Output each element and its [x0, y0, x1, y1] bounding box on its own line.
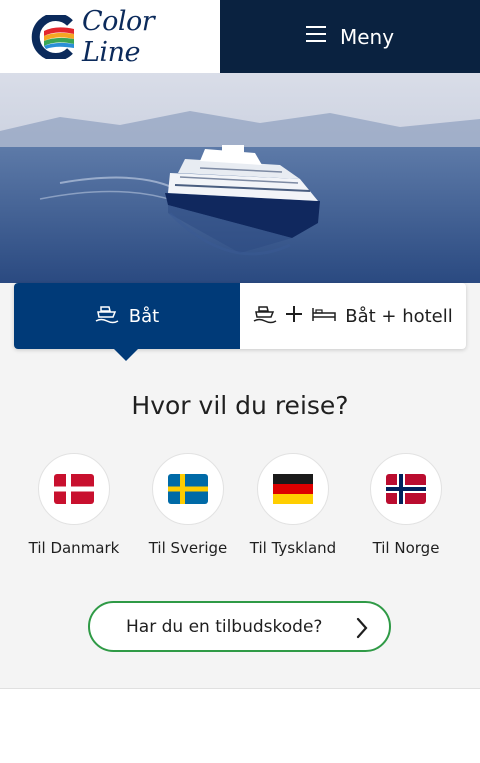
booking-panel: Båt Båt + hotell Hvor vil du reise? Til … — [0, 283, 480, 689]
tab-boat[interactable]: Båt — [14, 283, 240, 361]
hero-ship-image — [0, 73, 480, 313]
germany-flag-icon — [257, 453, 329, 525]
menu-label: Meny — [339, 24, 395, 49]
destination-sweden[interactable]: Til Sverige — [133, 453, 243, 557]
chevron-right-icon — [355, 617, 369, 644]
destination-germany[interactable]: Til Tyskland — [238, 453, 348, 557]
selected-tab-pointer — [114, 349, 138, 361]
sweden-flag-icon — [152, 453, 224, 525]
promo-code-label: Har du en tilbudskode? — [126, 616, 323, 637]
tab-boat-hotel-label: Båt + hotell — [345, 305, 453, 327]
ship-icon — [253, 303, 277, 330]
destination-label: Til Norge — [372, 539, 440, 557]
logo-link[interactable]: Color Line — [0, 0, 220, 73]
destination-label: Til Tyskland — [249, 539, 337, 557]
bed-icon — [311, 306, 337, 327]
destination-label: Til Danmark — [28, 539, 120, 557]
color-line-logo-icon — [30, 12, 76, 61]
tab-boat-hotel[interactable]: Båt + hotell — [240, 283, 466, 349]
tab-boat-label: Båt — [128, 305, 160, 327]
ship-icon — [95, 303, 119, 330]
logo-wordmark: Color Line — [82, 5, 155, 68]
hamburger-icon — [305, 26, 326, 47]
destination-norway[interactable]: Til Norge — [351, 453, 461, 557]
norway-flag-icon — [370, 453, 442, 525]
promo-code-button[interactable]: Har du en tilbudskode? — [88, 601, 391, 652]
denmark-flag-icon — [38, 453, 110, 525]
destination-label: Til Sverige — [148, 539, 228, 557]
destination-denmark[interactable]: Til Danmark — [19, 453, 129, 557]
destination-question: Hvor vil du reise? — [131, 391, 349, 420]
menu-button[interactable]: Meny — [220, 0, 480, 73]
travel-type-tabs: Båt Båt + hotell — [14, 283, 466, 361]
site-header: Color Line Meny — [0, 0, 480, 73]
plus-icon — [285, 305, 303, 328]
partial-leaf-icon — [22, 756, 36, 763]
